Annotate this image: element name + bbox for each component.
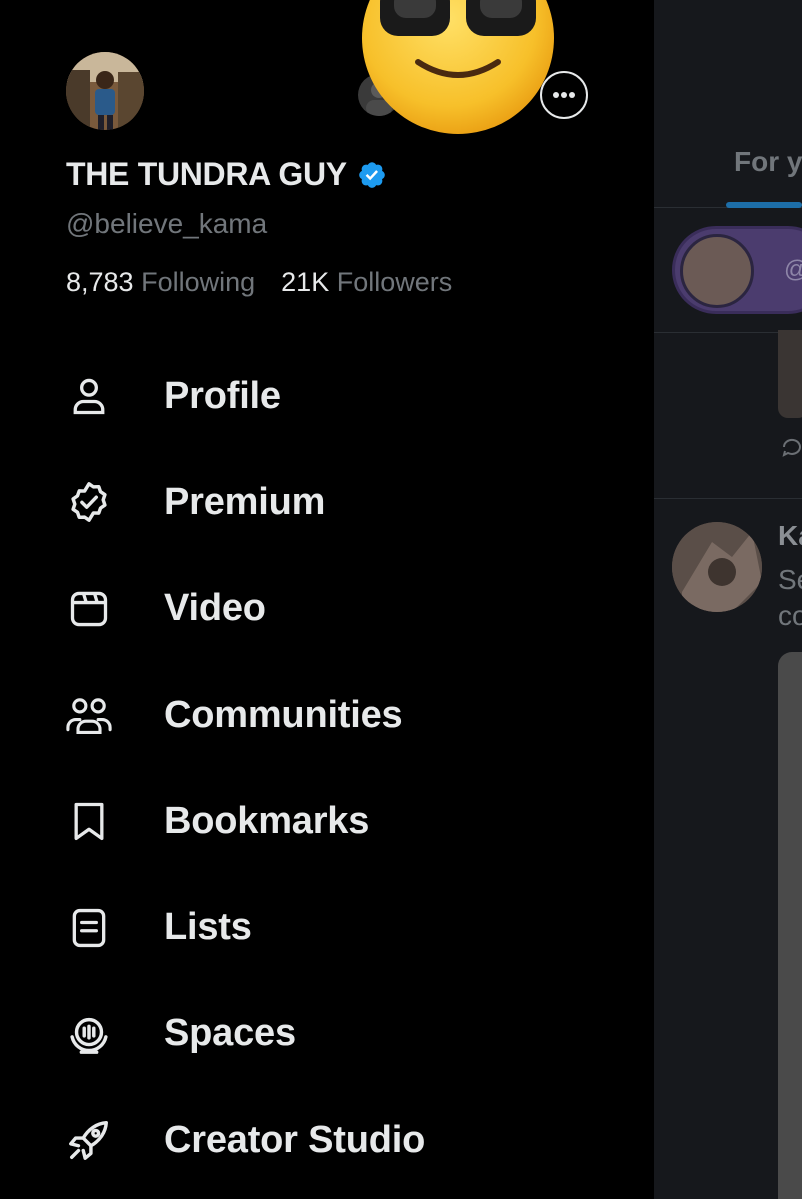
followers-link[interactable]: 21K Followers (281, 267, 452, 298)
drawer-menu: Profile Premium Video Communities Bookma… (0, 343, 654, 1193)
menu-item-video[interactable]: Video (0, 556, 654, 662)
menu-label: Video (164, 587, 266, 630)
following-link[interactable]: 8,783 Following (66, 267, 255, 298)
profile-display-name[interactable]: THE TUNDRA GUY (66, 156, 347, 193)
list-icon (64, 903, 114, 953)
menu-item-creator-studio[interactable]: Creator Studio (0, 1087, 654, 1193)
rocket-icon (64, 1115, 114, 1165)
menu-item-lists[interactable]: Lists (0, 874, 654, 980)
menu-item-spaces[interactable]: Spaces (0, 981, 654, 1087)
menu-label: Creator Studio (164, 1118, 426, 1161)
post-media[interactable] (778, 652, 802, 1199)
pill-text: @ (784, 256, 802, 284)
menu-label: Premium (164, 480, 326, 523)
post-text-line: co (778, 600, 802, 631)
menu-item-profile[interactable]: Profile (0, 343, 654, 449)
menu-item-bookmarks[interactable]: Bookmarks (0, 768, 654, 874)
pill-avatar (680, 234, 754, 308)
tab-for-you[interactable]: For y (734, 146, 802, 178)
follow-stats: 8,783 Following 21K Followers (66, 267, 452, 298)
background-feed: For y @ Ka Se co (654, 0, 802, 1199)
menu-label: Communities (164, 693, 403, 736)
divider (654, 498, 802, 499)
side-drawer: THE TUNDRA GUY @believe_kama 8,783 Follo… (0, 0, 654, 1199)
followers-label: Followers (336, 267, 453, 297)
menu-label: Bookmarks (164, 799, 370, 842)
following-count: 8,783 (66, 267, 134, 297)
video-icon (64, 584, 114, 634)
menu-label: Lists (164, 906, 252, 949)
post-author-name[interactable]: Ka (778, 520, 802, 552)
sunglasses-emoji-icon (358, 0, 558, 140)
profile-name-row: THE TUNDRA GUY (66, 156, 387, 193)
following-label: Following (141, 267, 256, 297)
active-tab-indicator (726, 202, 802, 208)
spaces-icon (64, 1009, 114, 1059)
bookmark-icon (64, 796, 114, 846)
profile-avatar[interactable] (66, 52, 144, 130)
menu-label: Spaces (164, 1012, 296, 1055)
person-icon (64, 371, 114, 421)
menu-label: Profile (164, 374, 281, 417)
verified-badge-icon (359, 161, 385, 188)
post-author-avatar[interactable] (672, 522, 762, 612)
post-text: Se co (778, 562, 802, 634)
menu-item-premium[interactable]: Premium (0, 449, 654, 555)
communities-icon (64, 690, 114, 740)
profile-handle: @believe_kama (66, 208, 268, 239)
post-text-line: Se (778, 564, 802, 595)
post-media[interactable] (778, 330, 802, 418)
reply-icon[interactable] (780, 436, 802, 460)
verified-badge-icon (64, 477, 114, 527)
menu-item-communities[interactable]: Communities (0, 662, 654, 768)
followers-count: 21K (281, 267, 330, 297)
